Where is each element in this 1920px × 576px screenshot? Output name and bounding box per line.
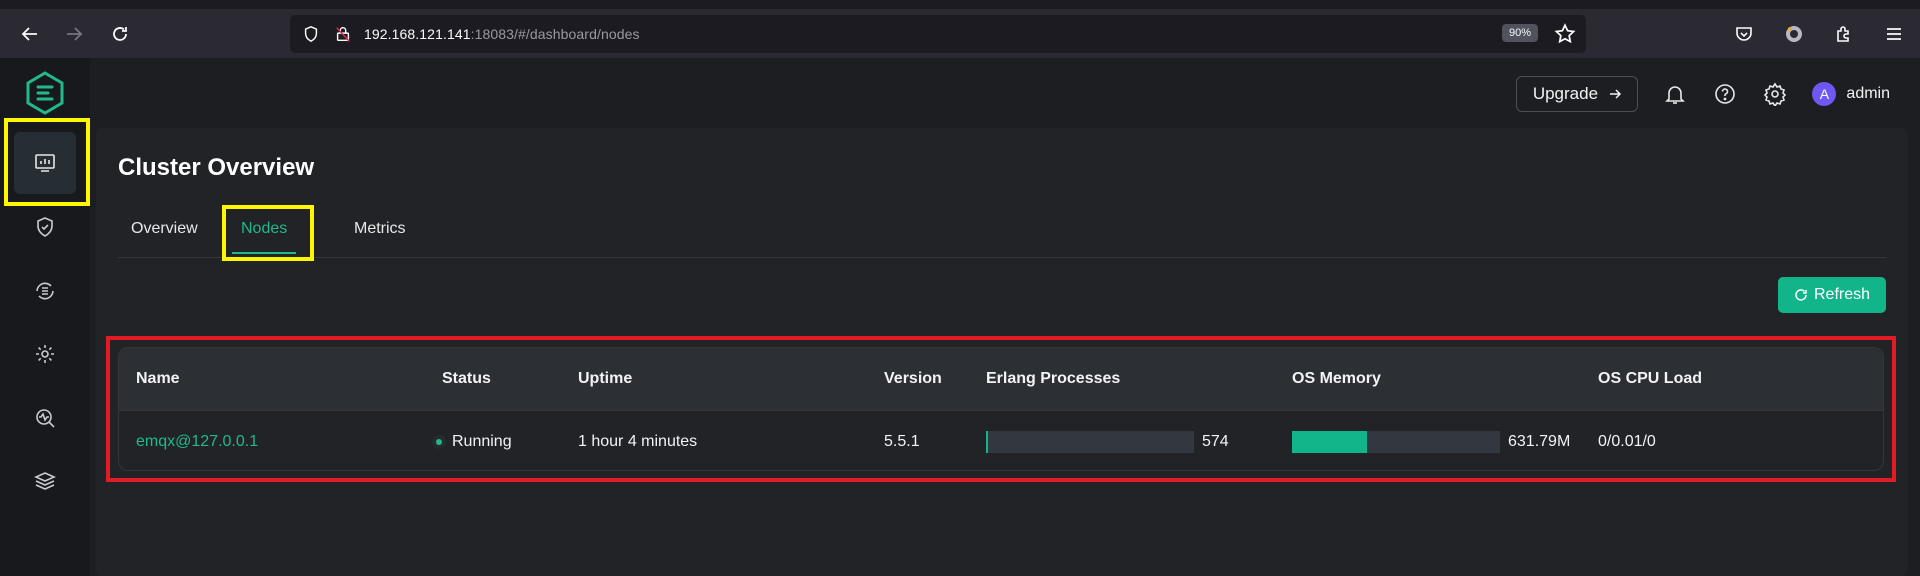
sidebar-item-management[interactable]: [14, 323, 76, 385]
browser-tab-strip: [0, 0, 1920, 10]
url-text: 192.168.121.141:18083/#/dashboard/nodes: [364, 26, 640, 42]
integration-icon: [36, 282, 54, 300]
upgrade-button[interactable]: Upgrade: [1516, 76, 1639, 112]
help-icon[interactable]: [1712, 81, 1738, 107]
highlight-box-table: [106, 336, 1896, 482]
extension-profile-icon[interactable]: [1776, 16, 1812, 52]
arrow-right-icon: [1610, 89, 1622, 99]
bookmark-star-icon[interactable]: [1554, 23, 1576, 45]
user-name[interactable]: admin: [1846, 85, 1890, 103]
upgrade-label: Upgrade: [1532, 84, 1599, 103]
sidebar-item-integration[interactable]: [14, 260, 76, 322]
refresh-label: Refresh: [1813, 286, 1871, 303]
diagnose-icon: [36, 409, 55, 428]
gear-settings-icon: [36, 345, 54, 363]
refresh-icon: [1795, 289, 1807, 301]
tab-bar: Overview Nodes Metrics: [118, 212, 1886, 258]
sidebar-item-diagnose[interactable]: [14, 387, 76, 449]
browser-toolbar: 192.168.121.141:18083/#/dashboard/nodes …: [0, 10, 1920, 58]
tab-metrics[interactable]: Metrics: [354, 212, 406, 246]
back-icon[interactable]: [12, 16, 48, 52]
emqx-logo-icon[interactable]: [22, 70, 68, 116]
insecure-lock-icon[interactable]: [332, 23, 354, 45]
highlight-box-sidebar: [4, 118, 90, 206]
reload-icon[interactable]: [102, 16, 138, 52]
sidebar-item-extensions[interactable]: [14, 450, 76, 512]
pocket-icon[interactable]: [1726, 16, 1762, 52]
menu-hamburger-icon[interactable]: [1876, 16, 1912, 52]
settings-gear-icon[interactable]: [1762, 81, 1788, 107]
extensions-puzzle-icon[interactable]: [1826, 16, 1862, 52]
page-title: Cluster Overview: [118, 154, 315, 181]
refresh-button[interactable]: Refresh: [1778, 277, 1886, 313]
app-shell: Upgrade A admin Cluster Overview Overvie…: [0, 58, 1920, 576]
main-content: Cluster Overview Overview Nodes Metrics …: [96, 128, 1908, 576]
forward-icon[interactable]: [56, 16, 92, 52]
highlight-box-nodes-tab: [222, 205, 314, 261]
shield-icon[interactable]: [300, 23, 322, 45]
layers-icon: [34, 472, 56, 490]
tab-overview[interactable]: Overview: [131, 212, 198, 246]
bell-icon[interactable]: [1662, 81, 1688, 107]
url-bar[interactable]: 192.168.121.141:18083/#/dashboard/nodes …: [290, 15, 1586, 53]
shield-check-icon: [37, 217, 53, 237]
avatar[interactable]: A: [1812, 82, 1837, 106]
zoom-badge[interactable]: 90%: [1501, 24, 1538, 42]
header-actions: Upgrade A admin: [1516, 58, 1920, 130]
